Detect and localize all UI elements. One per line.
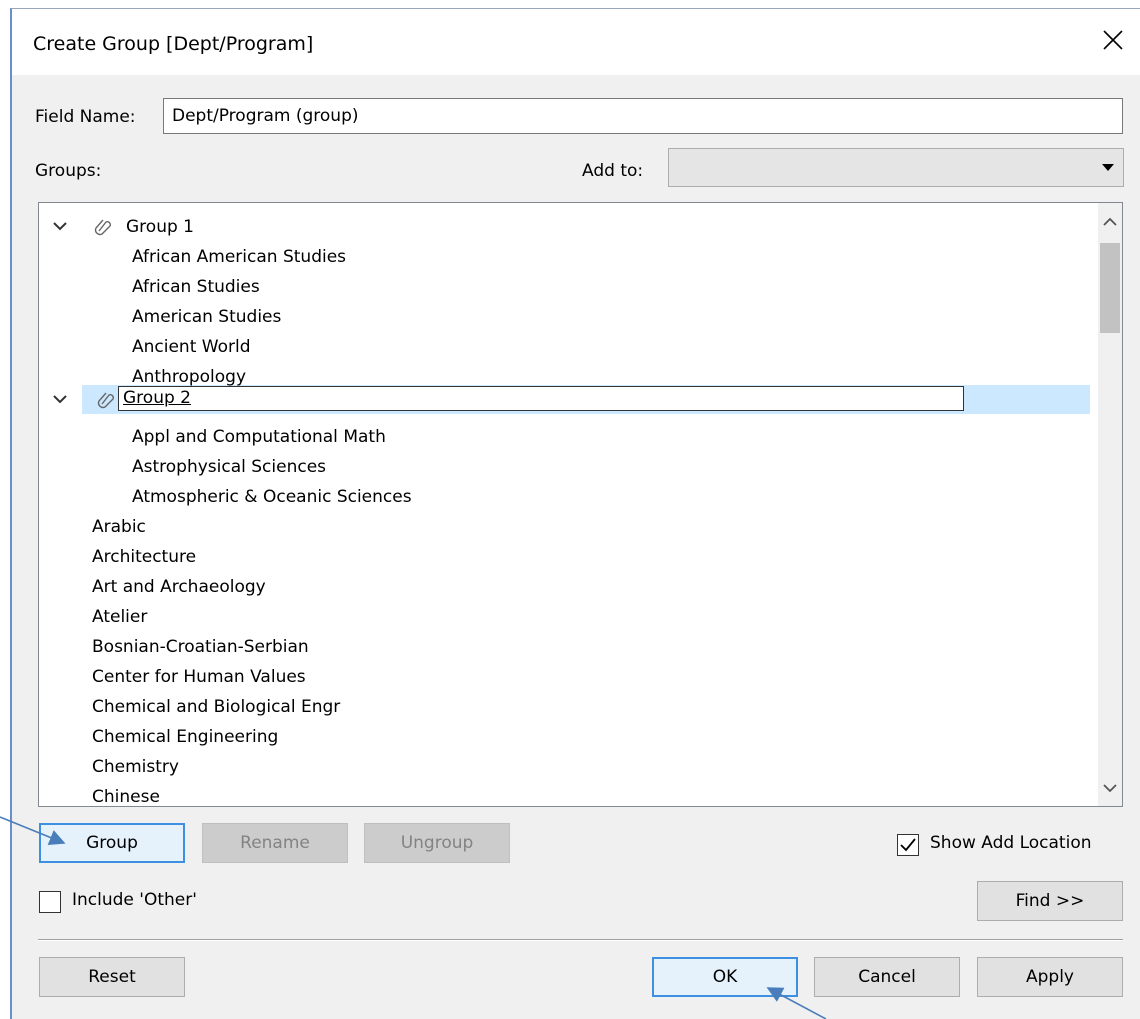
tree-member[interactable]: Astrophysical Sciences xyxy=(132,452,326,482)
tree-item[interactable]: Chinese xyxy=(92,782,160,806)
reset-button[interactable]: Reset xyxy=(39,957,185,997)
paperclip-icon xyxy=(94,219,111,236)
chevron-down-icon[interactable] xyxy=(53,221,67,231)
tree-member[interactable]: African Studies xyxy=(132,272,260,302)
checkmark-icon xyxy=(900,838,916,852)
show-add-location-label[interactable]: Show Add Location xyxy=(930,833,1092,853)
tree-item[interactable]: Bosnian-Croatian-Serbian xyxy=(92,632,309,662)
tree-item[interactable]: Chemical and Biological Engr xyxy=(92,692,340,722)
tree-group-2: Group 2 xyxy=(123,388,191,408)
scroll-down-icon[interactable] xyxy=(1103,783,1117,793)
include-other-label[interactable]: Include 'Other' xyxy=(72,890,197,910)
ok-button[interactable]: OK xyxy=(652,957,798,997)
tree-member[interactable]: African American Studies xyxy=(132,242,346,272)
add-to-dropdown[interactable] xyxy=(668,148,1124,187)
field-name-input[interactable] xyxy=(163,98,1123,134)
vertical-scrollbar[interactable] xyxy=(1098,203,1122,806)
show-add-location-checkbox[interactable] xyxy=(897,834,919,856)
chevron-down-icon[interactable] xyxy=(53,394,67,404)
tree-item[interactable]: Arabic xyxy=(92,512,146,542)
tree-item[interactable]: Chemical Engineering xyxy=(92,722,278,752)
tree-item[interactable]: Chemistry xyxy=(92,752,179,782)
scroll-up-icon[interactable] xyxy=(1103,217,1117,227)
tree-item[interactable]: Architecture xyxy=(92,542,196,572)
tree-item[interactable]: Atelier xyxy=(92,602,147,632)
groups-label: Groups: xyxy=(35,161,102,181)
group-button[interactable]: Group xyxy=(39,823,185,863)
tree-group-1[interactable]: Group 1 xyxy=(126,212,194,242)
title-bar: Create Group [Dept/Program] xyxy=(12,9,1140,75)
ungroup-button[interactable]: Ungroup xyxy=(364,823,510,863)
rename-button[interactable]: Rename xyxy=(202,823,348,863)
tree-item[interactable]: Center for Human Values xyxy=(92,662,306,692)
find-button[interactable]: Find >> xyxy=(977,881,1123,921)
group-2-rename-input[interactable]: Group 2 xyxy=(118,386,964,411)
close-icon[interactable] xyxy=(1098,25,1128,55)
tree-member[interactable]: Atmospheric & Oceanic Sciences xyxy=(132,482,412,512)
tree-item[interactable]: Art and Archaeology xyxy=(92,572,266,602)
apply-button[interactable]: Apply xyxy=(977,957,1123,997)
divider xyxy=(38,939,1123,941)
paperclip-icon xyxy=(97,392,114,409)
groups-tree[interactable]: Group 1 African American Studies African… xyxy=(38,202,1123,807)
tree-member[interactable]: Ancient World xyxy=(132,332,251,362)
tree-member[interactable]: American Studies xyxy=(132,302,281,332)
cancel-button[interactable]: Cancel xyxy=(814,957,960,997)
window-title: Create Group [Dept/Program] xyxy=(33,33,314,55)
include-other-checkbox[interactable] xyxy=(39,891,61,913)
create-group-dialog: Create Group [Dept/Program] Field Name: … xyxy=(10,8,1140,1019)
field-name-label: Field Name: xyxy=(35,107,136,127)
tree-member[interactable]: Appl and Computational Math xyxy=(132,422,386,452)
scrollbar-thumb[interactable] xyxy=(1100,243,1120,333)
caret-down-icon[interactable] xyxy=(1101,162,1115,172)
add-to-label: Add to: xyxy=(582,161,644,181)
